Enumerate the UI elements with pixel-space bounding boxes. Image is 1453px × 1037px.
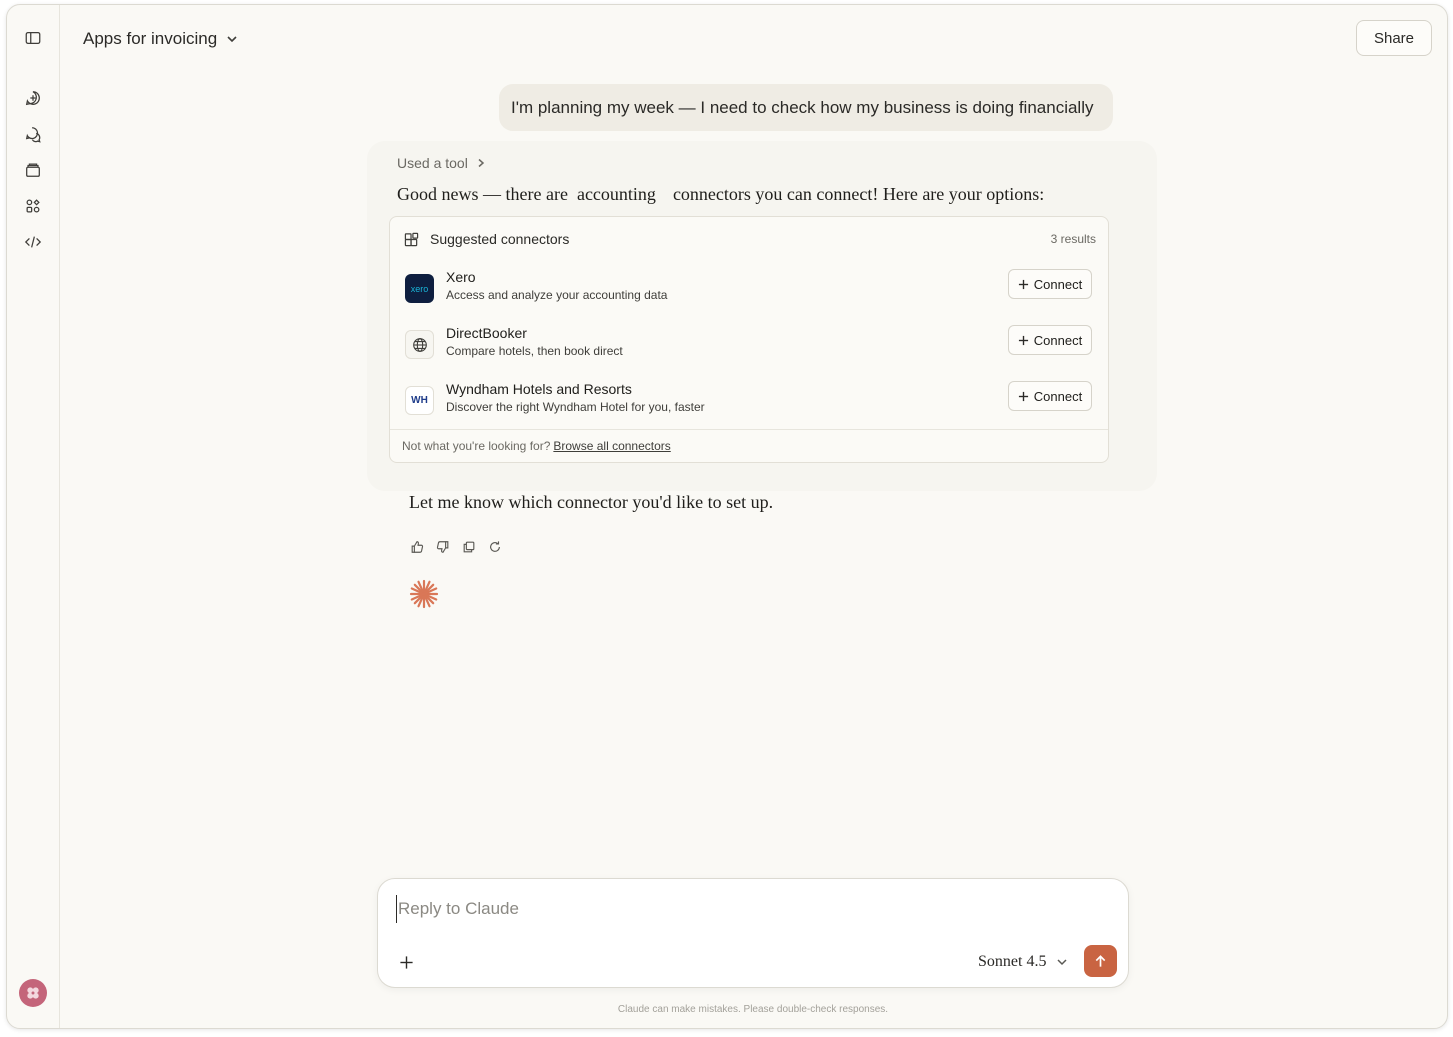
chat-title-dropdown[interactable]: Apps for invoicing: [83, 25, 239, 53]
arrow-up-icon: [1095, 954, 1106, 967]
card-footer: Not what you're looking for? Browse all …: [390, 429, 1108, 462]
wyndham-logo-text: WH: [411, 395, 428, 406]
assistant-followup: Let me know which connector you'd like t…: [409, 492, 774, 512]
projects-icon[interactable]: [20, 157, 46, 183]
model-name: Sonnet 4.5: [978, 953, 1047, 970]
reply-input[interactable]: [396, 895, 1100, 923]
plus-icon: [1018, 391, 1028, 401]
connector-row-directbooker: DirectBooker Compare hotels, then book d…: [405, 325, 1092, 365]
connector-name: Wyndham Hotels and Resorts: [446, 381, 632, 397]
card-title: Suggested connectors: [430, 231, 570, 247]
sidebar-toggle-icon[interactable]: [20, 25, 46, 51]
plus-icon: [399, 955, 413, 969]
flower-icon: [27, 987, 39, 999]
xero-logo-text: xero: [410, 283, 429, 294]
used-tool-label: Used a tool: [397, 155, 468, 171]
used-tool-toggle[interactable]: Used a tool: [397, 153, 486, 173]
share-button[interactable]: Share: [1356, 20, 1432, 56]
add-attachment-button[interactable]: [396, 952, 416, 972]
thumbs-up-icon[interactable]: [409, 539, 425, 555]
connector-name: Xero: [446, 269, 476, 285]
chevron-down-icon: [1057, 959, 1067, 966]
connector-row-xero: xero Xero Access and analyze your accoun…: [405, 269, 1092, 309]
code-icon[interactable]: [20, 229, 46, 255]
assistant-answer: Good news — there are accounting connect…: [397, 181, 1044, 207]
connect-button-wyndham[interactable]: Connect: [1008, 381, 1092, 411]
suggested-connectors-card: Suggested connectors 3 results xero Xero…: [389, 216, 1109, 463]
user-message: I'm planning my week — I need to check h…: [499, 84, 1113, 131]
answer-part-1: Good news — there are: [397, 183, 568, 204]
results-count: 3 results: [1050, 232, 1096, 246]
connectors-icon: [404, 232, 419, 246]
new-chat-icon[interactable]: [20, 85, 46, 111]
sidebar-rail: [7, 5, 60, 1028]
disclaimer: Claude can make mistakes. Please double-…: [617, 1004, 889, 1015]
chats-icon[interactable]: [20, 121, 46, 147]
answer-part-highlight: accounting: [576, 183, 656, 204]
connect-label: Connect: [1033, 276, 1083, 292]
send-button[interactable]: [1084, 945, 1117, 977]
model-selector[interactable]: Sonnet 4.5: [978, 950, 1068, 974]
card-header: Suggested connectors 3 results: [404, 229, 1096, 249]
composer: Sonnet 4.5: [377, 878, 1129, 988]
chat-title: Apps for invoicing: [83, 29, 218, 48]
xero-logo: xero: [405, 274, 434, 303]
connect-button-xero[interactable]: Connect: [1008, 269, 1092, 299]
wyndham-logo: WH: [405, 386, 434, 415]
connect-label: Connect: [1033, 332, 1083, 348]
connector-description: Access and analyze your accounting data: [446, 288, 668, 302]
message-actions: [409, 539, 503, 555]
plus-icon: [1018, 335, 1028, 345]
connect-button-directbooker[interactable]: Connect: [1008, 325, 1092, 355]
copy-icon[interactable]: [461, 539, 477, 555]
footer-text: Not what you're looking for?: [402, 439, 551, 453]
connector-name: DirectBooker: [446, 325, 527, 341]
app-window: Apps for invoicing Share I'm planning my…: [6, 4, 1448, 1029]
connector-row-wyndham: WH Wyndham Hotels and Resorts Discover t…: [405, 381, 1092, 421]
browse-all-connectors-link[interactable]: Browse all connectors: [553, 439, 670, 453]
connect-label: Connect: [1033, 388, 1083, 404]
avatar[interactable]: [19, 979, 47, 1007]
connector-description: Compare hotels, then book direct: [446, 344, 623, 358]
artifacts-icon[interactable]: [20, 193, 46, 219]
chevron-down-icon: [227, 36, 237, 43]
retry-icon[interactable]: [487, 539, 503, 555]
chevron-right-icon: [478, 158, 484, 168]
plus-icon: [1018, 279, 1028, 289]
thumbs-down-icon[interactable]: [435, 539, 451, 555]
globe-icon: [405, 330, 434, 359]
answer-part-2: connectors you can connect! Here are you…: [672, 183, 1045, 204]
claude-spark-icon: [409, 579, 439, 609]
connector-description: Discover the right Wyndham Hotel for you…: [446, 400, 705, 414]
